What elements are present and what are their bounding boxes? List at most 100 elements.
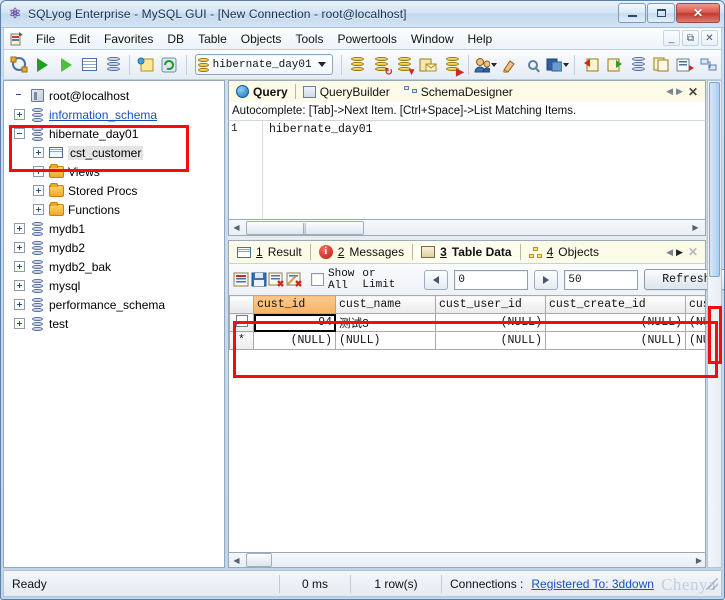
tab-querybuilder[interactable]: QueryBuilder [296, 81, 397, 102]
expander-minus-icon[interactable] [14, 128, 25, 139]
expander-plus-icon[interactable] [33, 204, 44, 215]
cell-cust-create-id[interactable]: (NULL) [545, 331, 686, 350]
tree-node-mydb2-bak[interactable]: mydb2_bak [8, 257, 224, 276]
schema-sync-icon[interactable] [628, 53, 650, 77]
close-result-tab-icon[interactable]: ✕ [686, 245, 700, 259]
expander-plus-icon[interactable] [14, 109, 25, 120]
tree-node-stored-procs[interactable]: Stored Procs [8, 181, 224, 200]
column-header-cust-id[interactable]: cust_id [253, 295, 336, 314]
chevron-down-icon[interactable] [563, 62, 570, 67]
export-icon[interactable] [604, 53, 626, 77]
next-result-tab-icon[interactable]: ▶ [676, 247, 683, 258]
cell-cust-create-id[interactable]: (NULL) [545, 313, 686, 332]
chevron-down-icon[interactable] [317, 62, 326, 67]
cell-cust-so[interactable]: (NULL) [685, 331, 705, 350]
tree-node-root-localhost[interactable]: root@localhost [8, 86, 224, 105]
mdi-restore-button[interactable]: ⧉ [682, 30, 699, 46]
row-checkbox[interactable] [235, 314, 248, 327]
user-manager-icon[interactable] [474, 53, 497, 77]
menu-table[interactable]: Table [191, 30, 234, 48]
scrollbar-thumb[interactable] [709, 82, 720, 277]
expander-plus-icon[interactable] [14, 280, 25, 291]
table-row[interactable]: 94 测试3 (NULL) (NULL) (NULL) [229, 313, 705, 332]
column-header-cust-so[interactable]: cust_so [685, 295, 705, 314]
show-all-control[interactable]: Show All or Limit [311, 268, 395, 292]
prev-tab-icon[interactable]: ◀ [666, 86, 673, 97]
minimize-button[interactable] [618, 3, 646, 23]
next-tab-icon[interactable]: ▶ [676, 86, 683, 97]
expander-plus-icon[interactable] [33, 166, 44, 177]
menu-objects[interactable]: Objects [234, 30, 289, 48]
tree-node-cst-customer[interactable]: cst_customer [8, 143, 224, 162]
cell-cust-name[interactable]: (NULL) [335, 331, 436, 350]
new-connection-icon[interactable] [8, 53, 30, 77]
expander-plus-icon[interactable] [14, 318, 25, 329]
cell-cust-so[interactable]: (NULL) [685, 313, 705, 332]
scroll-right-icon[interactable]: ▶ [688, 221, 703, 235]
resize-grip-icon[interactable] [706, 577, 718, 590]
grid-horizontal-scrollbar[interactable]: ◀ ▶ [228, 552, 706, 568]
menu-file[interactable]: File [29, 30, 62, 48]
scrollbar-thumb[interactable]: ║ [246, 220, 364, 235]
tab-result[interactable]: 1 Result [229, 241, 310, 263]
sql-editor-text[interactable]: hibernate_day01 [263, 121, 705, 219]
tree-node-performance-schema[interactable]: performance_schema [8, 295, 224, 314]
column-header-cust-name[interactable]: cust_name [335, 295, 436, 314]
menu-powertools[interactable]: Powertools [330, 30, 403, 48]
scroll-left-icon[interactable]: ◀ [229, 553, 244, 567]
workspace-vertical-scrollbar[interactable] [707, 80, 722, 568]
column-header-cust-create-id[interactable]: cust_create_id [545, 295, 686, 314]
tree-node-mysql[interactable]: mysql [8, 276, 224, 295]
db-mail-icon[interactable] [418, 53, 440, 77]
db-backup-icon[interactable]: ▼ [394, 53, 417, 78]
execute-to-grid-icon[interactable] [79, 53, 101, 77]
cell-cust-user-id[interactable]: (NULL) [435, 331, 546, 350]
tree-node-mydb2[interactable]: mydb2 [8, 238, 224, 257]
mdi-minimize-button[interactable]: _ [663, 30, 680, 46]
cell-cust-id[interactable]: 94 [253, 313, 336, 332]
close-tab-icon[interactable]: ✕ [686, 85, 700, 99]
next-page-button[interactable] [534, 269, 559, 290]
prev-result-tab-icon[interactable]: ◀ [666, 247, 673, 258]
delete-row-icon[interactable] [268, 269, 285, 291]
registered-to-link[interactable]: Registered To: 3ddown [531, 571, 662, 596]
expander-plus-icon[interactable] [14, 261, 25, 272]
clean-icon[interactable] [499, 53, 521, 77]
scroll-right-icon[interactable]: ▶ [696, 556, 702, 565]
tree-node-mydb1[interactable]: mydb1 [8, 219, 224, 238]
scrollbar-thumb[interactable] [246, 553, 272, 567]
table-row[interactable]: * (NULL) (NULL) (NULL) (NULL) (NULL) [229, 331, 705, 350]
limit-input[interactable]: 50 [564, 269, 639, 290]
column-header-cust-user-id[interactable]: cust_user_id [435, 295, 546, 314]
refresh-icon[interactable] [159, 53, 181, 77]
report-icon[interactable] [675, 53, 697, 77]
menu-favorites[interactable]: Favorites [97, 30, 160, 48]
tree-node-test[interactable]: test [8, 314, 224, 333]
table-data-grid[interactable]: cust_id cust_name cust_user_id cust_crea… [228, 295, 706, 552]
tab-messages[interactable]: i 2 Messages [311, 241, 412, 263]
expander-plus-icon[interactable] [14, 299, 25, 310]
tab-objects[interactable]: 4 Objects [521, 241, 607, 263]
tree-node-information-schema[interactable]: information_schema [8, 105, 224, 124]
menu-help[interactable]: Help [461, 30, 500, 48]
mdi-close-button[interactable]: ✕ [701, 30, 718, 46]
cell-cust-user-id[interactable]: (NULL) [435, 313, 546, 332]
db-restore-icon[interactable]: ▶ [441, 53, 464, 78]
db-sync-icon[interactable]: ↻ [370, 53, 393, 78]
tab-table-data[interactable]: 3 Table Data [413, 241, 520, 263]
tree-node-functions[interactable]: Functions [8, 200, 224, 219]
expander-plus-icon[interactable] [14, 242, 25, 253]
import-icon[interactable] [580, 53, 602, 77]
save-icon[interactable] [251, 269, 267, 291]
db-create-icon[interactable] [347, 53, 369, 77]
chevron-down-icon[interactable] [490, 62, 497, 67]
close-button[interactable]: ✕ [676, 3, 720, 23]
show-all-checkbox[interactable] [311, 273, 324, 286]
expander-plus-icon[interactable] [33, 185, 44, 196]
execute-all-queries-icon[interactable] [55, 53, 77, 77]
expander-plus-icon[interactable] [33, 147, 44, 158]
menu-edit[interactable]: Edit [62, 30, 97, 48]
execute-query-icon[interactable] [32, 53, 54, 77]
database-tree[interactable]: root@localhost information_schema hibern… [4, 81, 224, 567]
cell-cust-name[interactable]: 测试3 [335, 313, 436, 332]
